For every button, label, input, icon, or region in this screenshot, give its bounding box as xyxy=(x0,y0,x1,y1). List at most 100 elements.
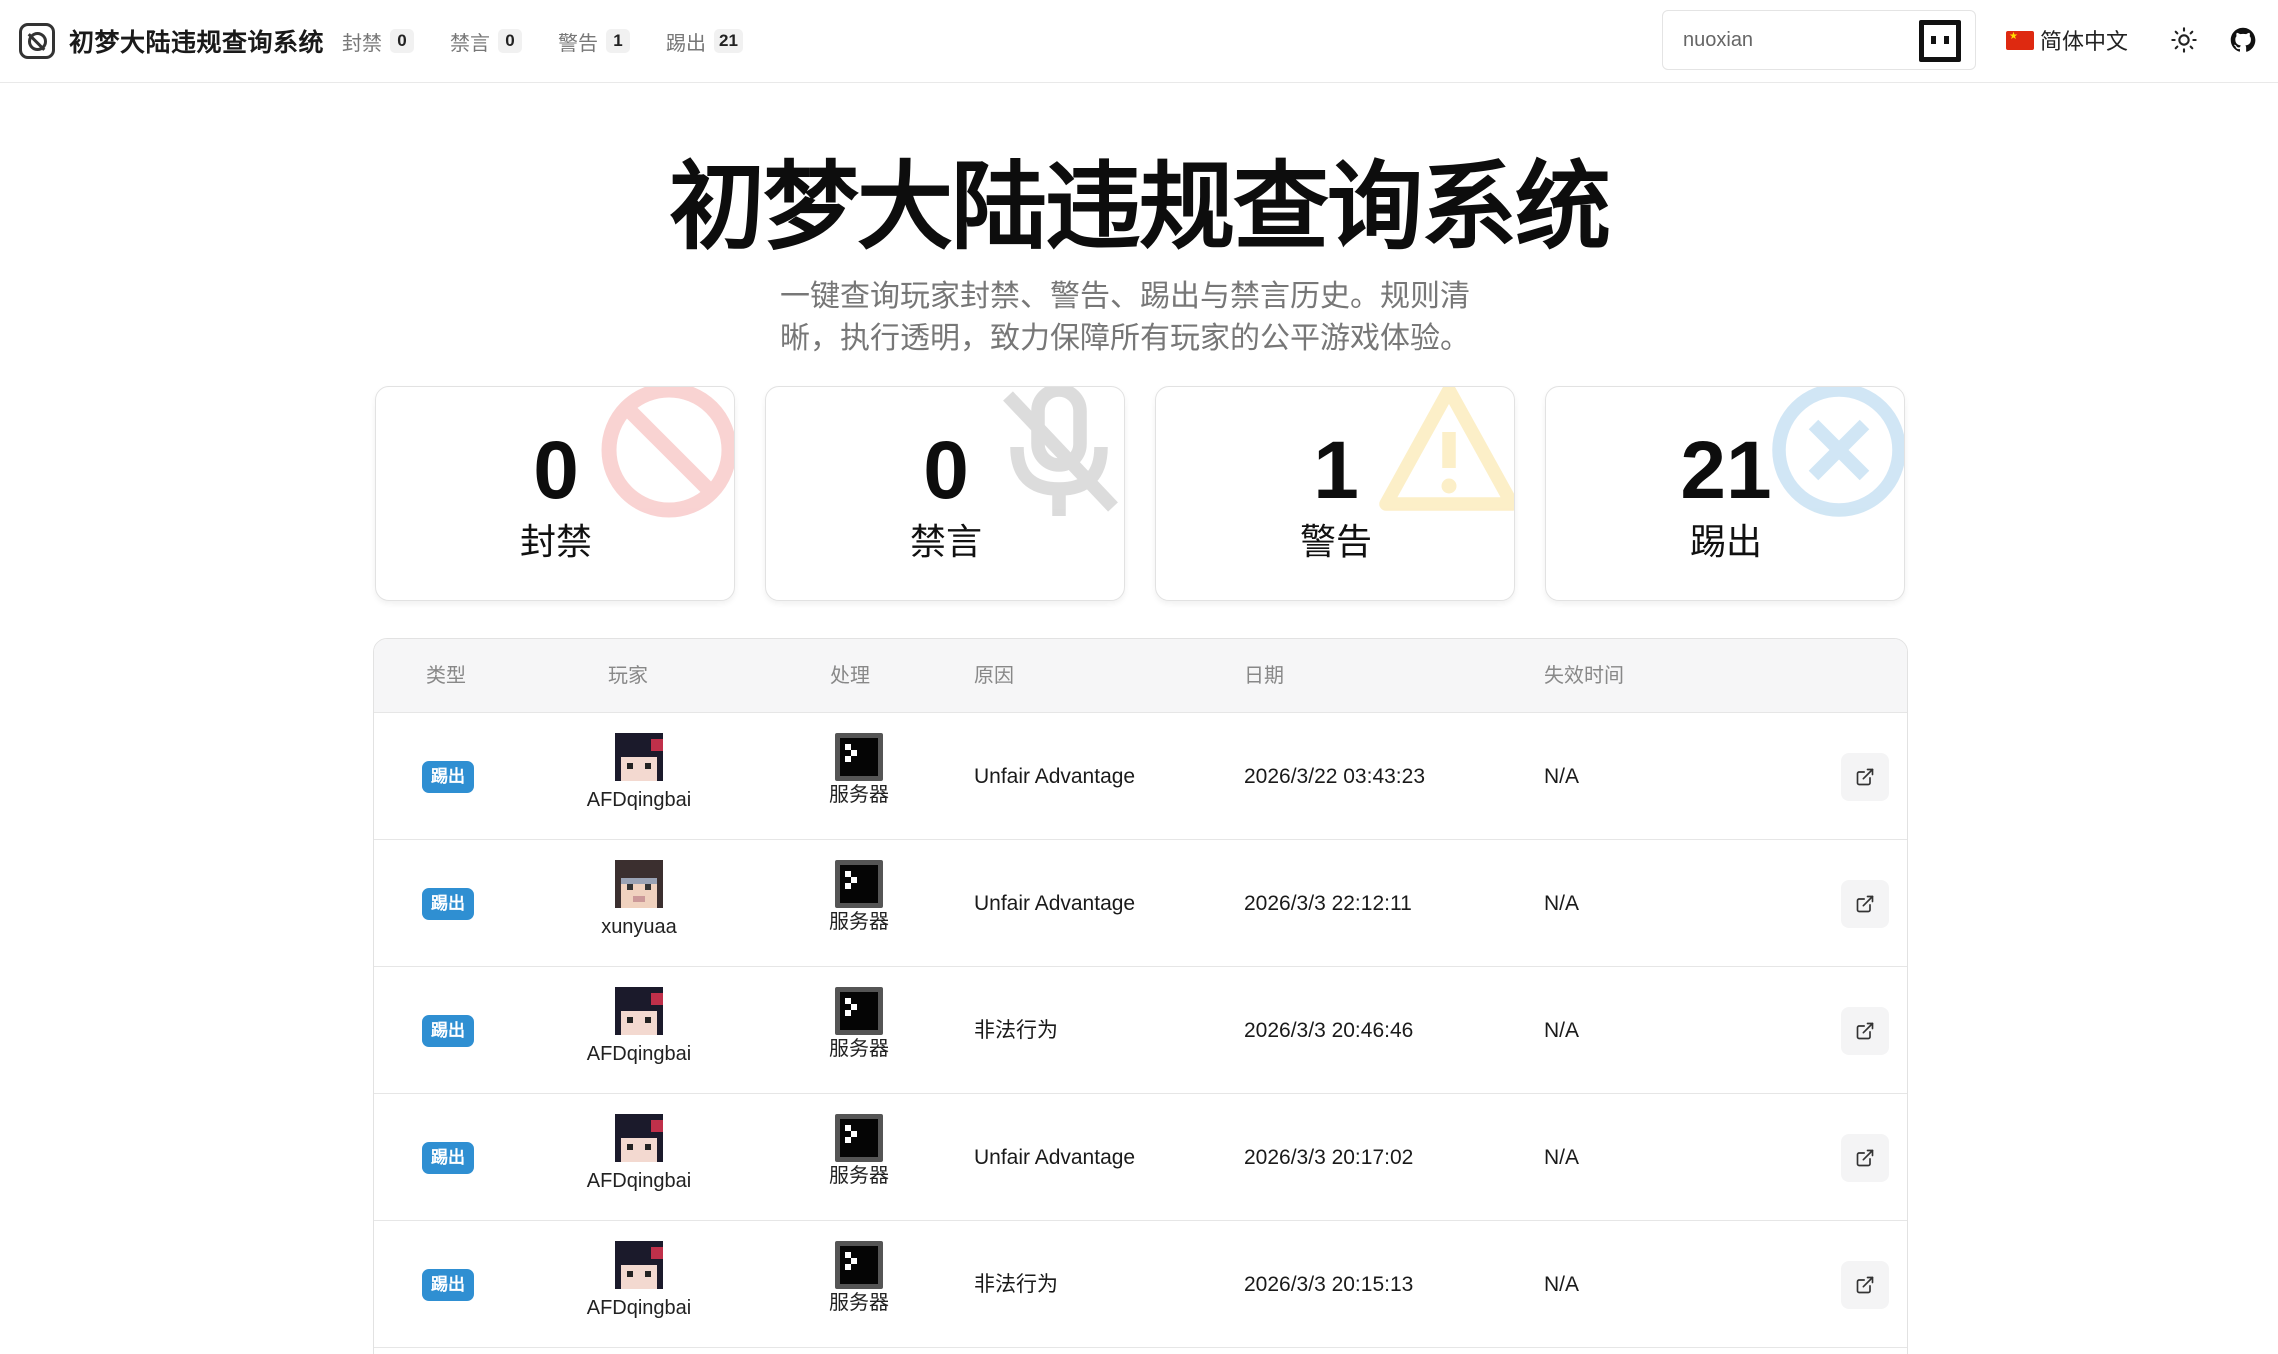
top-navbar: 初梦大陆违规查询系统 封禁 0 禁言 0 警告 1 踢出 21 ★ 简体中文 xyxy=(0,0,2278,83)
type-badge: 踢出 xyxy=(422,761,474,793)
open-detail-button[interactable] xyxy=(1841,1134,1889,1182)
server-avatar-icon xyxy=(835,987,883,1035)
column-header-player: 玩家 xyxy=(608,665,648,687)
stat-label: 踢出 xyxy=(1689,521,1762,562)
handler-name: 服务器 xyxy=(829,1038,889,1060)
reason-cell: Unfair Advantage xyxy=(974,892,1136,915)
page-subtitle: 一键查询玩家封禁、警告、踢出与禁言历史。规则清晰，执行透明，致力保障所有玩家的公… xyxy=(780,280,1470,355)
open-detail-button[interactable] xyxy=(1841,1007,1889,1055)
table-row[interactable]: 踢出 AFDqingbai 服务器 非法行为 2026/3/3 20:46:46… xyxy=(374,967,1907,1094)
player-cell[interactable]: xunyuaa xyxy=(554,860,724,939)
external-link-icon xyxy=(1856,1022,1874,1040)
violations-table: 类型 玩家 处理 原因 日期 失效时间 踢出 AFDqingbai 服务器 Un… xyxy=(373,638,1908,1354)
type-badge: 踢出 xyxy=(422,1015,474,1047)
reason-cell: 非法行为 xyxy=(974,1273,1058,1296)
theme-toggle-button[interactable] xyxy=(2166,22,2202,58)
stat-card-bans[interactable]: 0 封禁 xyxy=(375,386,735,601)
open-detail-button[interactable] xyxy=(1841,1261,1889,1309)
reason-cell: Unfair Advantage xyxy=(974,765,1136,788)
nav-count-badge: 1 xyxy=(606,29,630,53)
handler-name: 服务器 xyxy=(829,1165,889,1187)
server-avatar-icon xyxy=(835,1241,883,1289)
handler-name: 服务器 xyxy=(829,784,889,806)
nav-link-label: 禁言 xyxy=(450,32,490,55)
player-name: AFDqingbai xyxy=(586,1043,692,1065)
handler-cell: 服务器 xyxy=(804,1114,914,1188)
server-avatar-icon xyxy=(835,733,883,781)
nav-links: 封禁 0 禁言 0 警告 1 踢出 21 xyxy=(342,22,779,60)
nav-link-warnings[interactable]: 警告 1 xyxy=(558,27,630,56)
date-cell: 2026/3/22 03:43:23 xyxy=(1244,765,1426,788)
github-icon xyxy=(2230,27,2256,52)
server-avatar-icon xyxy=(835,1114,883,1162)
open-detail-button[interactable] xyxy=(1841,753,1889,801)
table-row[interactable]: 踢出 xunyuaa 服务器 Unfair Advantage 2026/3/3… xyxy=(374,840,1907,967)
handler-name: 服务器 xyxy=(829,1292,889,1314)
player-cell[interactable]: AFDqingbai xyxy=(554,1114,724,1193)
date-cell: 2026/3/3 20:46:46 xyxy=(1244,1019,1414,1042)
expires-cell: N/A xyxy=(1544,892,1580,915)
date-cell: 2026/3/3 22:12:11 xyxy=(1244,892,1412,915)
stat-label: 警告 xyxy=(1299,521,1372,562)
handler-name: 服务器 xyxy=(829,911,889,933)
nav-link-mutes[interactable]: 禁言 0 xyxy=(450,27,522,56)
player-cell[interactable]: AFDqingbai xyxy=(554,733,724,812)
page-title: 初梦大陆违规查询系统 xyxy=(669,154,1611,261)
column-header-handler: 处理 xyxy=(830,665,870,687)
china-flag-icon: ★ xyxy=(2006,30,2034,50)
table-row[interactable]: 踢出 AFDqingbai 服务器 Unfair Advantage 2026/… xyxy=(374,1094,1907,1221)
type-badge: 踢出 xyxy=(422,1142,474,1174)
player-search-input[interactable] xyxy=(1683,28,1913,52)
player-name: xunyuaa xyxy=(601,916,677,938)
handler-cell: 服务器 xyxy=(804,860,914,934)
handler-cell: 服务器 xyxy=(804,987,914,1061)
player-avatar-icon xyxy=(615,860,663,908)
player-avatar-icon xyxy=(615,1241,663,1289)
expires-cell: N/A xyxy=(1544,1146,1580,1169)
nav-link-label: 踢出 xyxy=(666,32,706,55)
reason-cell: Unfair Advantage xyxy=(974,1146,1136,1169)
table-header: 类型 玩家 处理 原因 日期 失效时间 xyxy=(374,639,1907,713)
stat-card-mutes[interactable]: 0 禁言 xyxy=(765,386,1125,601)
table-row[interactable]: 踢出 AFDqingbai 服务器 非法行为 2026/3/3 20:15:13… xyxy=(374,1221,1907,1348)
player-cell[interactable]: AFDqingbai xyxy=(554,1241,724,1320)
stat-label: 禁言 xyxy=(909,521,982,562)
nav-count-badge: 0 xyxy=(390,29,414,53)
handler-cell: 服务器 xyxy=(804,1241,914,1315)
nav-link-bans[interactable]: 封禁 0 xyxy=(342,27,414,56)
stat-card-warnings[interactable]: 1 警告 xyxy=(1155,386,1515,601)
stat-value: 21 xyxy=(1680,425,1772,516)
player-avatar-icon[interactable] xyxy=(1919,20,1961,62)
type-badge: 踢出 xyxy=(422,888,474,920)
player-search xyxy=(1662,10,1976,70)
open-detail-button[interactable] xyxy=(1841,880,1889,928)
language-switcher[interactable]: ★ 简体中文 xyxy=(2006,24,2128,56)
github-link[interactable] xyxy=(2225,22,2261,58)
player-name: AFDqingbai xyxy=(586,1170,692,1192)
brand-link[interactable]: 初梦大陆违规查询系统 xyxy=(19,22,324,60)
stat-value: 0 xyxy=(923,425,969,516)
type-badge: 踢出 xyxy=(422,1269,474,1301)
expires-cell: N/A xyxy=(1544,765,1580,788)
stat-card-kicks[interactable]: 21 踢出 xyxy=(1545,386,1905,601)
nav-link-kicks[interactable]: 踢出 21 xyxy=(666,27,743,56)
player-avatar-icon xyxy=(615,733,663,781)
expires-cell: N/A xyxy=(1544,1019,1580,1042)
column-header-date: 日期 xyxy=(1244,665,1284,687)
sun-icon xyxy=(2171,27,2197,53)
brand-title: 初梦大陆违规查询系统 xyxy=(69,29,325,57)
date-cell: 2026/3/3 20:17:02 xyxy=(1244,1146,1414,1169)
player-avatar-icon xyxy=(615,987,663,1035)
date-cell: 2026/3/3 20:15:13 xyxy=(1244,1273,1414,1296)
table-row[interactable]: 踢出 AFDqingbai 服务器 Unfair Advantage 2026/… xyxy=(374,713,1907,840)
stat-value: 1 xyxy=(1313,425,1359,516)
column-header-expires: 失效时间 xyxy=(1544,665,1624,687)
player-cell[interactable]: AFDqingbai xyxy=(554,987,724,1066)
server-avatar-icon xyxy=(835,860,883,908)
nav-count-badge: 0 xyxy=(498,29,522,53)
external-link-icon xyxy=(1856,895,1874,913)
external-link-icon xyxy=(1856,768,1874,786)
nav-link-label: 封禁 xyxy=(342,32,382,55)
stat-label: 封禁 xyxy=(519,521,592,562)
external-link-icon xyxy=(1856,1276,1874,1294)
